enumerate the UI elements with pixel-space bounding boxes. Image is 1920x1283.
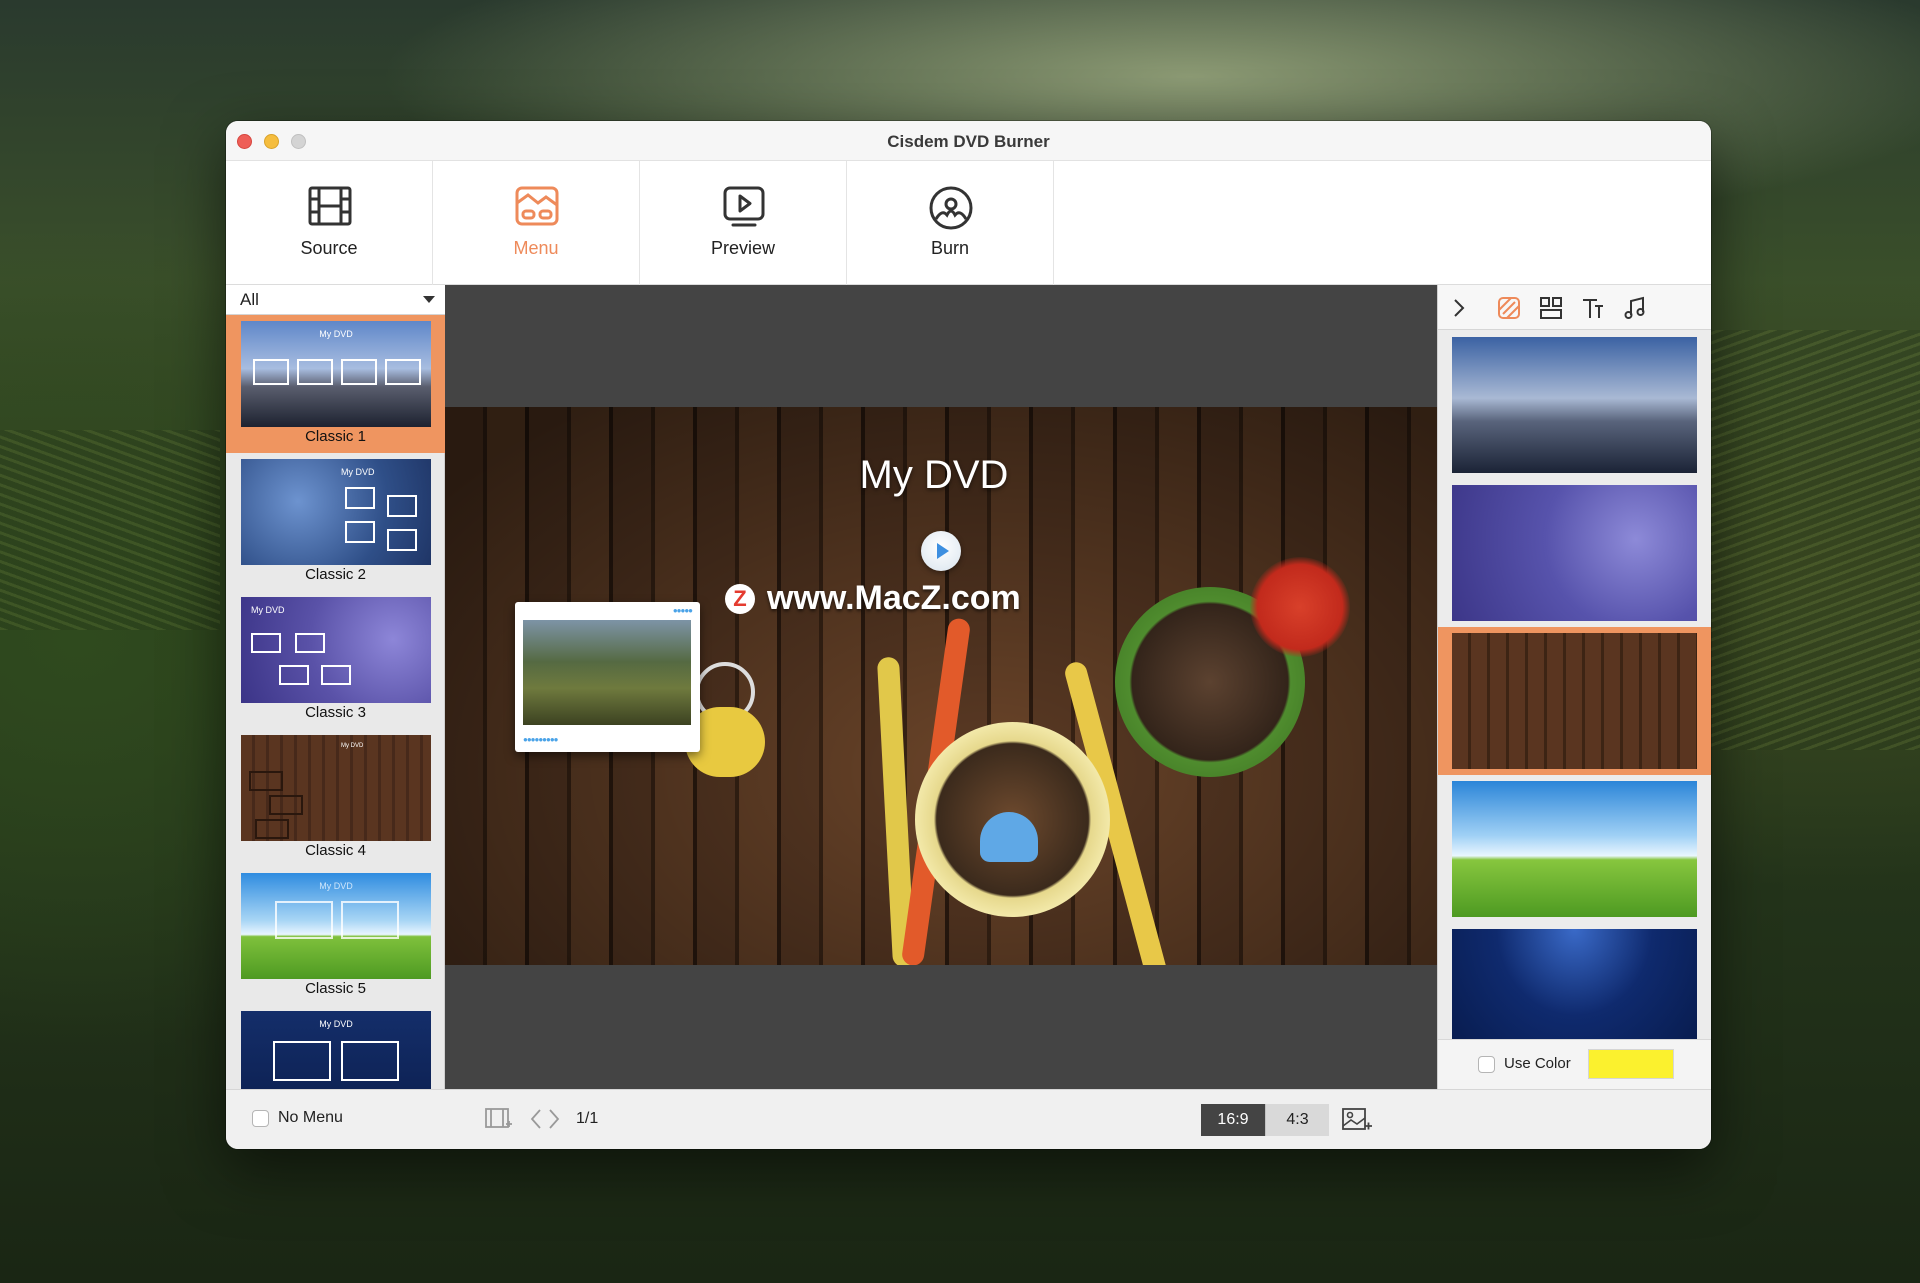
aspect-4-3-button[interactable]: 4:3 (1265, 1104, 1329, 1136)
template-item[interactable]: My DVD Classic 1 (226, 315, 445, 453)
no-menu-label: No Menu (278, 1109, 343, 1126)
background-thumbnail (1452, 929, 1697, 1039)
thumbnail-title: My DVD (319, 1019, 353, 1029)
video-frame-dots: ●●●●● (672, 606, 693, 615)
template-list[interactable]: My DVD Classic 1 My DVD Classic 2 My DVD… (226, 315, 445, 1089)
toolbar-burn-label: Burn (930, 238, 970, 258)
toolbar-preview-button[interactable]: Preview (640, 161, 847, 285)
background-thumbnail (1452, 485, 1697, 621)
title-bar: Cisdem DVD Burner (226, 121, 1711, 161)
collapse-chevron-icon[interactable] (1446, 295, 1472, 321)
add-page-icon[interactable] (484, 1106, 512, 1132)
color-swatch[interactable] (1588, 1049, 1674, 1079)
toolbar-menu-button[interactable]: Menu (433, 161, 640, 285)
film-icon (308, 186, 352, 226)
toolbar-source-label: Source (300, 238, 358, 258)
menu-title-text[interactable]: My DVD (829, 453, 1039, 498)
previous-page-icon[interactable] (528, 1106, 544, 1132)
template-thumbnail: My DVD (241, 597, 431, 703)
template-label: Classic 1 (305, 428, 366, 445)
menu-video-thumbnail[interactable]: ●●●●● ●●●●●●●●● (515, 602, 700, 752)
layout-icon[interactable] (1538, 295, 1564, 321)
menu-preview-stage[interactable]: My DVD ●●●●● ●●●●●●●●● Z www.MacZ.com (445, 407, 1437, 965)
next-page-icon[interactable] (546, 1106, 562, 1132)
background-item[interactable] (1438, 331, 1711, 479)
template-item[interactable]: My DVD (226, 1005, 445, 1089)
toolbar-source-button[interactable]: Source (226, 161, 433, 285)
template-thumbnail: My DVD (241, 1011, 431, 1089)
template-thumbnail: My DVD (241, 735, 431, 841)
video-frame-dots: ●●●●●●●●● (523, 735, 558, 744)
menu-canvas: My DVD ●●●●● ●●●●●●●●● Z www.MacZ.com (445, 285, 1437, 1089)
template-thumbnail: My DVD (241, 459, 431, 565)
background-panel: Use Color (1437, 285, 1711, 1089)
template-thumbnail: My DVD (241, 873, 431, 979)
desktop-background-detail (1690, 330, 1920, 750)
use-color-row: Use Color (1438, 1039, 1711, 1089)
use-color-label: Use Color (1504, 1055, 1571, 1072)
template-sidebar: All My DVD Classic 1 My DVD Classic 2 My… (226, 285, 445, 1089)
template-item[interactable]: My DVD Classic 2 (226, 453, 445, 591)
background-list[interactable] (1438, 331, 1711, 1039)
decor-flower (1250, 557, 1350, 657)
play-screen-icon (723, 186, 765, 227)
watermark-logo: Z (725, 584, 755, 614)
background-item[interactable] (1438, 775, 1711, 923)
background-thumbnail (1452, 633, 1697, 769)
page-count: 1/1 (576, 1110, 599, 1127)
thumbnail-title: My DVD (319, 881, 353, 891)
template-label: Classic 5 (305, 980, 366, 997)
add-image-icon[interactable] (1341, 1106, 1373, 1134)
disc-burn-icon (929, 186, 973, 230)
video-thumbnail-image (523, 620, 691, 725)
thumbnail-title: My DVD (341, 467, 375, 477)
music-icon[interactable] (1622, 295, 1648, 321)
template-label: Classic 2 (305, 566, 366, 583)
template-filter-value: All (240, 290, 259, 309)
desktop-background-detail (0, 430, 220, 630)
template-item[interactable]: My DVD Classic 4 (226, 729, 445, 867)
panel-tabs (1438, 285, 1711, 330)
template-label: Classic 4 (305, 842, 366, 859)
toolbar-menu-label: Menu (513, 238, 559, 258)
template-thumbnail: My DVD (241, 321, 431, 427)
template-label: Classic 3 (305, 704, 366, 721)
no-menu-checkbox[interactable] (252, 1110, 269, 1127)
template-filter-dropdown[interactable]: All (226, 285, 445, 315)
background-item[interactable] (1438, 479, 1711, 627)
watermark-text: www.MacZ.com (767, 579, 1021, 617)
background-thumbnail (1452, 337, 1697, 473)
thumbnail-title: My DVD (251, 605, 285, 615)
background-item[interactable] (1438, 923, 1711, 1039)
text-icon[interactable] (1580, 295, 1606, 321)
toolbar-preview-label: Preview (710, 238, 776, 258)
dropdown-arrow-icon (423, 296, 435, 303)
main-toolbar: Source Menu Preview Burn (226, 161, 1711, 285)
window-title: Cisdem DVD Burner (887, 132, 1050, 151)
template-item[interactable]: My DVD Classic 5 (226, 867, 445, 1005)
background-icon[interactable] (1496, 295, 1522, 321)
decor-elephant (980, 812, 1038, 862)
template-item[interactable]: My DVD Classic 3 (226, 591, 445, 729)
aspect-16-9-button[interactable]: 16:9 (1201, 1104, 1265, 1136)
app-window: Cisdem DVD Burner Source Menu Preview Bu… (226, 121, 1711, 1149)
thumbnail-title: My DVD (341, 743, 364, 749)
thumbnail-title: My DVD (319, 329, 353, 339)
background-item[interactable] (1438, 627, 1711, 775)
menu-play-button[interactable] (921, 531, 961, 571)
use-color-checkbox[interactable] (1478, 1056, 1495, 1073)
menu-template-icon (515, 186, 559, 226)
toolbar-burn-button[interactable]: Burn (847, 161, 1054, 285)
background-thumbnail (1452, 781, 1697, 917)
bottom-bar: No Menu 1/1 16:9 4:3 (226, 1089, 1711, 1149)
